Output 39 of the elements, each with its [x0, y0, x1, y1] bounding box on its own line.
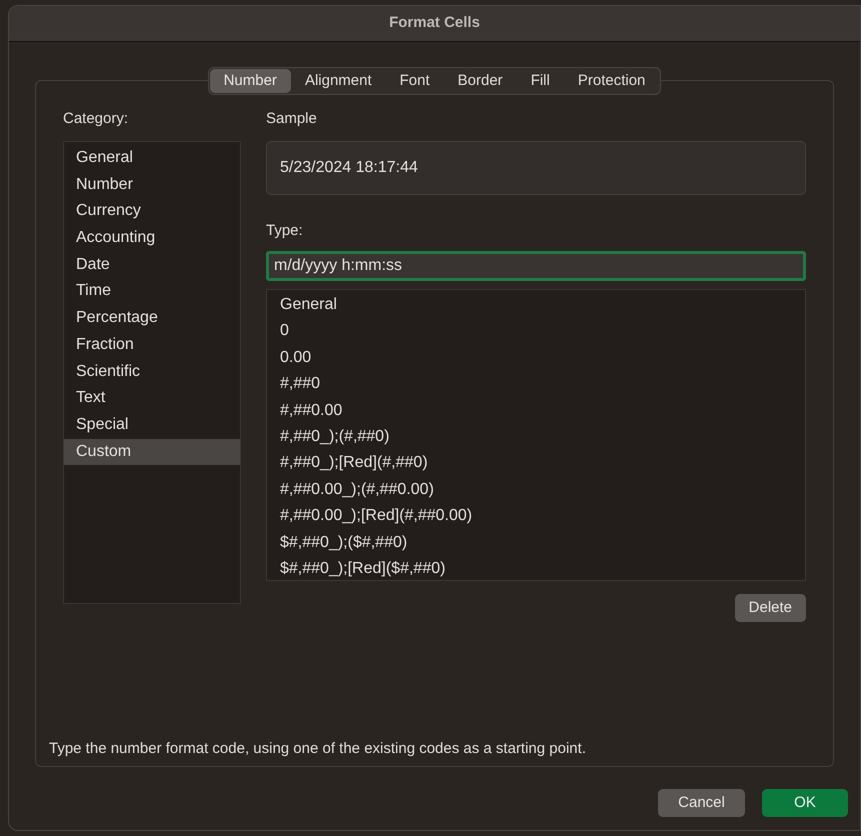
- tab[interactable]: Font: [386, 69, 444, 93]
- category-item[interactable]: Text: [64, 385, 240, 412]
- tab[interactable]: Protection: [564, 69, 660, 93]
- type-label: Type:: [266, 221, 304, 241]
- category-item[interactable]: Fraction: [64, 332, 240, 358]
- format-item[interactable]: #,##0_);[Red](#,##0): [280, 450, 792, 477]
- category-item[interactable]: Number: [64, 172, 240, 198]
- category-label: Category:: [63, 109, 130, 129]
- category-item[interactable]: Date: [64, 252, 240, 278]
- format-item[interactable]: #,##0.00_);[Red](#,##0.00): [280, 503, 792, 530]
- format-item[interactable]: #,##0_);(#,##0): [280, 424, 792, 450]
- sample-label: Sample: [266, 109, 318, 129]
- ok-button[interactable]: OK: [762, 789, 848, 817]
- category-item[interactable]: Accounting: [64, 225, 240, 252]
- category-item[interactable]: General: [64, 145, 240, 172]
- sample-box: 5/23/2024 18:17:44: [266, 141, 806, 195]
- cancel-button[interactable]: Cancel: [658, 789, 745, 817]
- category-item[interactable]: Scientific: [64, 358, 240, 386]
- hint-text: Type the number format code, using one of the existing codes as a starting point.: [48, 738, 587, 758]
- format-item[interactable]: General: [280, 292, 792, 318]
- format-item[interactable]: 0.00: [280, 344, 792, 372]
- format-item[interactable]: $#,##0_);[Red]($#,##0): [280, 556, 792, 582]
- format-item[interactable]: #,##0: [280, 371, 792, 398]
- format-item[interactable]: $#,##0_);($#,##0): [280, 530, 792, 556]
- category-item[interactable]: Custom: [64, 438, 240, 466]
- tab[interactable]: Alignment: [290, 69, 386, 93]
- window-title: Format Cells: [389, 13, 480, 34]
- category-item[interactable]: Percentage: [64, 305, 240, 332]
- format-item[interactable]: #,##0.00_);(#,##0.00): [280, 476, 792, 504]
- tab[interactable]: Number: [210, 69, 291, 93]
- delete-button[interactable]: Delete: [734, 594, 806, 622]
- category-item[interactable]: Time: [64, 278, 240, 306]
- type-field[interactable]: m/d/yyyy h:mm:ss: [266, 251, 806, 281]
- format-item[interactable]: 0: [280, 318, 792, 345]
- category-item[interactable]: Special: [64, 412, 240, 439]
- tab[interactable]: Border: [444, 69, 517, 93]
- format-item[interactable]: #,##0.00: [280, 398, 792, 424]
- tab[interactable]: Fill: [516, 69, 564, 93]
- category-item[interactable]: Currency: [64, 198, 240, 226]
